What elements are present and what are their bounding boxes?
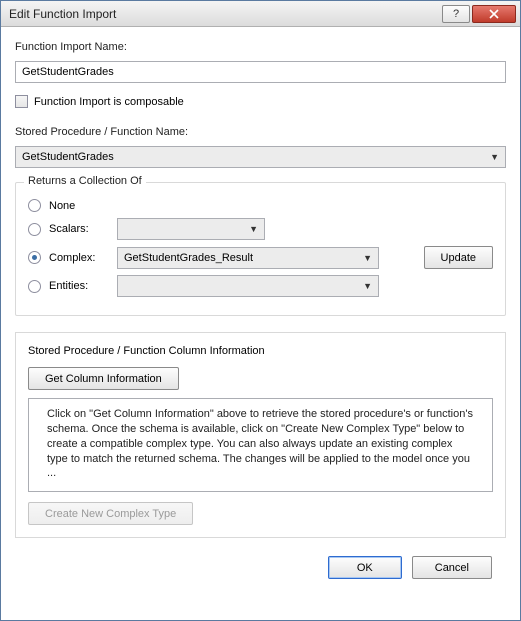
stored-proc-select[interactable]: GetStudentGrades ▼ <box>15 146 506 168</box>
composable-label: Function Import is composable <box>34 96 184 108</box>
close-icon <box>489 9 499 19</box>
close-button[interactable] <box>472 5 516 23</box>
complex-combo[interactable]: GetStudentGrades_Result ▼ <box>117 247 379 269</box>
function-import-name-input[interactable] <box>15 61 506 83</box>
returns-scalars-radio[interactable] <box>28 223 41 236</box>
dialog-content: Function Import Name: Function Import is… <box>1 27 520 620</box>
scalars-combo[interactable]: ▼ <box>117 218 265 240</box>
stored-proc-selected: GetStudentGrades <box>22 151 114 163</box>
cancel-button[interactable]: Cancel <box>412 556 492 579</box>
returns-scalars-label: Scalars: <box>49 223 109 235</box>
returns-complex-radio[interactable] <box>28 251 41 264</box>
returns-scalars-row: Scalars: ▼ <box>28 218 493 240</box>
help-button[interactable]: ? <box>442 5 470 23</box>
create-complex-type-button: Create New Complex Type <box>28 502 193 525</box>
column-info-section: Stored Procedure / Function Column Infor… <box>15 332 506 538</box>
composable-checkbox[interactable] <box>15 95 28 108</box>
returns-entities-radio[interactable] <box>28 280 41 293</box>
returns-none-radio[interactable] <box>28 199 41 212</box>
composable-row: Function Import is composable <box>15 95 506 108</box>
returns-group-title: Returns a Collection Of <box>24 175 146 187</box>
returns-none-row: None <box>28 199 493 212</box>
ok-button[interactable]: OK <box>328 556 402 579</box>
complex-selected: GetStudentGrades_Result <box>124 252 253 264</box>
function-import-name-label: Function Import Name: <box>15 41 506 53</box>
entities-combo[interactable]: ▼ <box>117 275 379 297</box>
dialog-footer: OK Cancel <box>15 546 506 579</box>
stored-proc-name-label: Stored Procedure / Function Name: <box>15 126 506 138</box>
returns-complex-label: Complex: <box>49 252 109 264</box>
get-column-info-button[interactable]: Get Column Information <box>28 367 179 390</box>
chevron-down-icon: ▼ <box>363 281 372 291</box>
dialog-window: Edit Function Import ? Function Import N… <box>0 0 521 621</box>
returns-none-label: None <box>49 200 109 212</box>
returns-entities-row: Entities: ▼ <box>28 275 493 297</box>
chevron-down-icon: ▼ <box>363 253 372 263</box>
chevron-down-icon: ▼ <box>249 224 258 234</box>
column-info-title: Stored Procedure / Function Column Infor… <box>28 345 493 357</box>
titlebar-buttons: ? <box>442 5 516 23</box>
returns-complex-row: Complex: GetStudentGrades_Result ▼ Updat… <box>28 246 493 269</box>
returns-entities-label: Entities: <box>49 280 109 292</box>
returns-group: Returns a Collection Of None Scalars: ▼ … <box>15 182 506 316</box>
update-button[interactable]: Update <box>424 246 493 269</box>
titlebar: Edit Function Import ? <box>1 1 520 27</box>
window-title: Edit Function Import <box>9 7 442 21</box>
column-info-text: Click on "Get Column Information" above … <box>28 398 493 492</box>
chevron-down-icon: ▼ <box>490 152 499 162</box>
